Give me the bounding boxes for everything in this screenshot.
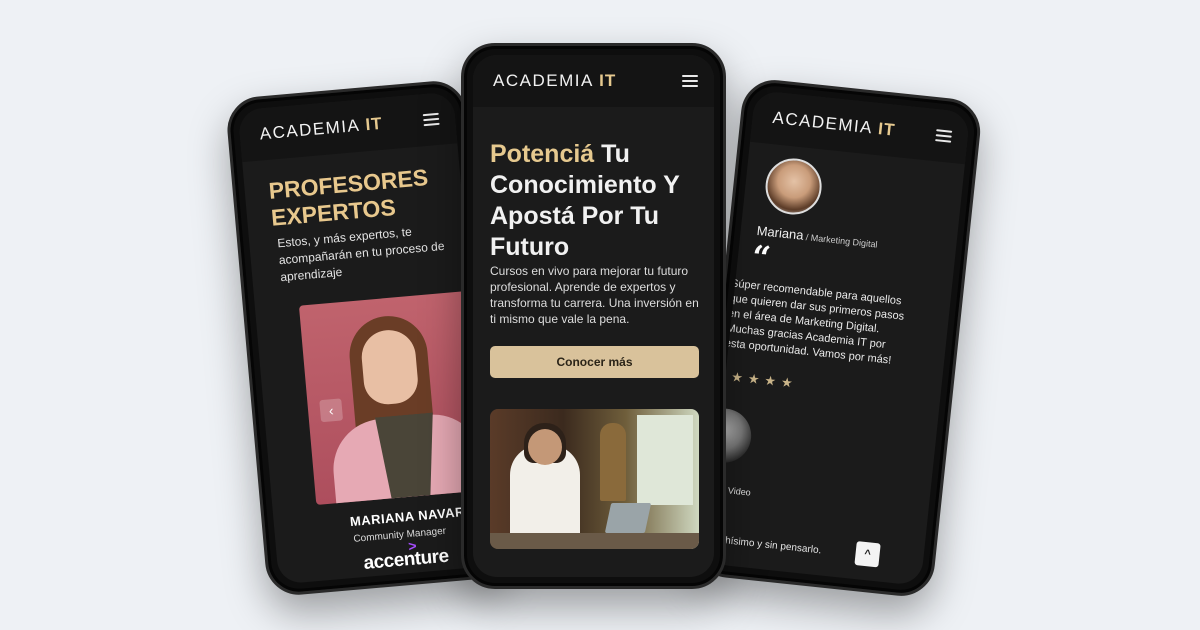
hamburger-menu-icon[interactable] [935,129,953,143]
brand-name: ACADEMIA [258,115,361,144]
phone-screen-right: ACADEMIA IT Mariana / Marketing Digital … [705,90,971,586]
top-navbar: ACADEMIA IT [473,55,714,107]
hero-description: Cursos en vivo para mejorar tu futuro pr… [490,264,699,326]
brand-highlight: IT [599,71,617,90]
reviewer-info: Mariana / Marketing Digital [756,223,878,251]
carousel-prev-button[interactable]: ‹ [319,398,344,423]
hamburger-menu-icon[interactable] [422,112,440,127]
company-logo: accenture > [362,537,450,575]
brand-logo[interactable]: ACADEMIA IT [772,108,897,141]
cta-button[interactable]: Conocer más [490,346,699,378]
review-text: Súper recomendable para aquellos que qui… [724,277,905,367]
quote-icon: “ [750,237,773,278]
brand-logo[interactable]: ACADEMIA IT [493,71,616,91]
brand-name: ACADEMIA [771,108,873,138]
reviewer-role: / Marketing Digital [802,231,879,250]
section-description: Estos, y más expertos, te acompañarán en… [276,224,445,285]
scroll-to-top-button[interactable]: ^ [854,541,881,568]
phone-screen-left: ACADEMIA IT PROFESORES EXPERTOS Estos, y… [237,91,495,585]
company-mark-icon: > [407,537,417,555]
brand-name: ACADEMIA [493,71,593,90]
brand-highlight: IT [877,119,897,140]
phone-screen-center: ACADEMIA IT Potenciá Tu Conocimiento Y A… [473,55,714,577]
phone-mockup-right: ACADEMIA IT Mariana / Marketing Digital … [692,76,984,600]
top-navbar: ACADEMIA IT [237,91,458,163]
company-name: accenture [362,545,450,575]
hamburger-menu-icon[interactable] [682,75,698,87]
hero-title: Potenciá Tu Conocimiento Y Apostá Por Tu… [490,139,700,263]
brand-logo[interactable]: ACADEMIA IT [259,114,383,145]
phone-mockup-center: ACADEMIA IT Potenciá Tu Conocimiento Y A… [461,43,726,589]
teacher-role: Community Manager [353,525,447,545]
hero-photo [490,409,699,549]
hero-title-accent: Potenciá [490,140,595,168]
rating-stars-icon: ★★★★ [730,369,799,391]
reviewer-avatar [762,155,825,218]
brand-highlight: IT [364,113,384,135]
top-navbar: ACADEMIA IT [750,90,971,165]
